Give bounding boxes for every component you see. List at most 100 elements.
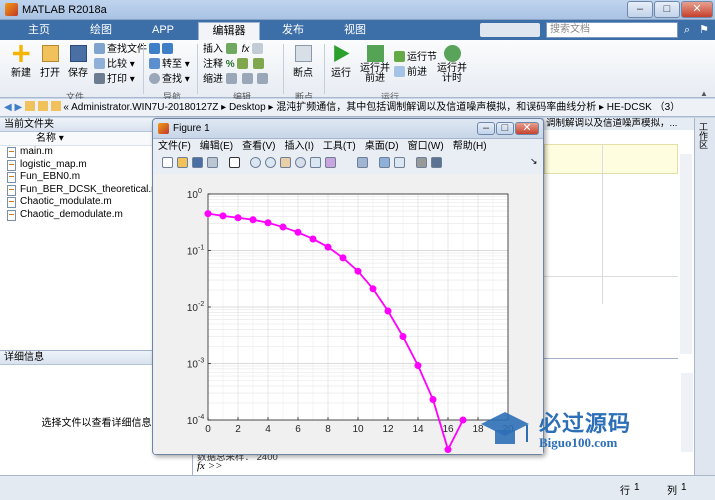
watermark: 必过源码 Biguo100.com [475, 400, 655, 462]
percent-icon: % [225, 59, 235, 70]
new-figure-icon[interactable] [162, 157, 173, 168]
line-value: 1 [634, 482, 640, 493]
editor-scrollbar[interactable] [680, 154, 692, 354]
folder-icon [50, 101, 61, 111]
tab-home[interactable]: 主页 [10, 20, 68, 40]
quick-access-icons[interactable] [480, 23, 540, 37]
back-icon[interactable]: ◀ [4, 102, 12, 113]
comment-button[interactable]: 注释 % [203, 58, 266, 72]
colorbar-icon[interactable] [379, 157, 390, 168]
indent-smart-icon [225, 73, 237, 84]
compare-button[interactable]: 比较 ▾ [94, 58, 135, 72]
collapse-ribbon-icon[interactable]: ▲ [700, 89, 708, 98]
nav-back-forward[interactable] [149, 43, 175, 57]
minimize-button[interactable]: – [627, 1, 653, 18]
figure-minimize-button[interactable]: – [477, 122, 495, 135]
x-tick-label: 6 [295, 424, 301, 435]
menu-edit[interactable]: 编辑(E) [200, 141, 233, 152]
find-files-icon [94, 43, 105, 54]
menu-desktop[interactable]: 桌面(D) [365, 141, 399, 152]
figure-maximize-button[interactable]: □ [496, 122, 514, 135]
pointer-icon[interactable] [229, 157, 240, 168]
comment-label: 注释 [203, 59, 223, 70]
data-point [294, 228, 302, 236]
save-button[interactable]: 保存 [66, 45, 90, 79]
breakpoints-label: 断点 [293, 68, 313, 79]
menu-view[interactable]: 查看(V) [242, 141, 275, 152]
data-cursor-icon[interactable] [310, 157, 321, 168]
file-name: main.m [20, 146, 53, 157]
open-file-icon[interactable] [177, 157, 188, 168]
menu-insert[interactable]: 插入(I) [284, 141, 313, 152]
new-button[interactable]: 新建 [9, 45, 33, 79]
folder-icon [41, 45, 59, 62]
run-time-button[interactable]: 运行并 计时 [437, 45, 467, 84]
find-button[interactable]: 查找 ▾ [149, 73, 190, 87]
rotate-icon[interactable] [295, 157, 306, 168]
insert-extra-icon [252, 43, 264, 54]
legend-icon[interactable] [394, 157, 405, 168]
dock-icon[interactable]: ↘ [530, 156, 538, 167]
figure-close-button[interactable]: ✕ [515, 122, 539, 135]
breakpoint-icon [294, 45, 312, 62]
zoom-out-icon[interactable] [265, 157, 276, 168]
editor-tab[interactable]: 调制解调以及信道噪声模拟，... [544, 118, 694, 130]
run-button[interactable]: 运行 [329, 45, 353, 79]
advance-label: 前进 [407, 67, 427, 78]
command-prompt[interactable]: fx >> [197, 460, 223, 472]
show-tools-icon[interactable] [431, 157, 442, 168]
menu-help[interactable]: 帮助(H) [453, 141, 487, 152]
tab-publish[interactable]: 发布 [264, 20, 322, 40]
x-tick-label: 4 [265, 424, 271, 435]
figure-logo-icon [158, 123, 169, 134]
breakpoints-button[interactable]: 断点 [290, 45, 316, 79]
open-button[interactable]: 打开 [38, 45, 62, 79]
tab-apps[interactable]: APP [134, 20, 192, 40]
menu-tools[interactable]: 工具(T) [323, 141, 356, 152]
brush-icon[interactable] [325, 157, 336, 168]
save-figure-icon[interactable] [192, 157, 203, 168]
indent-in-icon [241, 73, 253, 84]
pan-icon[interactable] [280, 157, 291, 168]
separator [143, 44, 144, 94]
insert-button[interactable]: 插入 fx [203, 43, 265, 57]
path-text[interactable]: « Administrator.WIN7U-20180127Z ▸ Deskto… [63, 102, 680, 113]
menu-file[interactable]: 文件(F) [158, 141, 191, 152]
y-tick-label: 10 [187, 416, 199, 427]
run-advance-button[interactable]: 运行并 前进 [360, 45, 390, 84]
y-tick-exponent: -4 [198, 414, 204, 421]
search-icon[interactable]: ⌕ [684, 24, 690, 37]
hide-tools-icon[interactable] [416, 157, 427, 168]
print-button[interactable]: 打印 ▾ [94, 73, 135, 87]
advance-button[interactable]: 前进 [394, 66, 427, 80]
notification-icon[interactable]: ⚑ [699, 23, 709, 36]
file-name: Chaotic_modulate.m [20, 196, 112, 207]
tab-view[interactable]: 视图 [326, 20, 384, 40]
search-input[interactable]: 搜索文档 [546, 22, 678, 38]
find-files-button[interactable]: 查找文件 [94, 43, 147, 57]
data-point [309, 235, 317, 243]
forward-icon[interactable]: ▶ [14, 102, 22, 113]
address-bar[interactable]: ◀ ▶ « Administrator.WIN7U-20180127Z ▸ De… [0, 99, 715, 117]
goto-button[interactable]: 转至 ▾ [149, 58, 190, 72]
maximize-button[interactable]: □ [654, 1, 680, 18]
tab-editor[interactable]: 编辑器 [198, 22, 260, 40]
figure-title-bar: Figure 1 – □ ✕ [153, 119, 543, 139]
y-tick-label: 10 [187, 190, 199, 201]
workspace-label[interactable]: 工作区 [697, 122, 710, 149]
menu-window[interactable]: 窗口(W) [408, 141, 444, 152]
goto-label: 转至 [162, 59, 182, 70]
tab-plots[interactable]: 绘图 [72, 20, 130, 40]
insert-icon [225, 43, 237, 54]
browse-folder-icon[interactable] [37, 101, 48, 111]
close-button[interactable]: ✕ [681, 1, 713, 18]
y-tick-exponent: -2 [198, 301, 204, 308]
folder-up-icon[interactable] [24, 101, 35, 111]
zoom-in-icon[interactable] [250, 157, 261, 168]
separator [324, 44, 325, 94]
link-plot-icon[interactable] [357, 157, 368, 168]
advance-icon [394, 66, 405, 77]
indent-button[interactable]: 缩进 [203, 73, 270, 87]
run-section-button[interactable]: 运行节 [394, 51, 437, 65]
print-figure-icon[interactable] [207, 157, 218, 168]
